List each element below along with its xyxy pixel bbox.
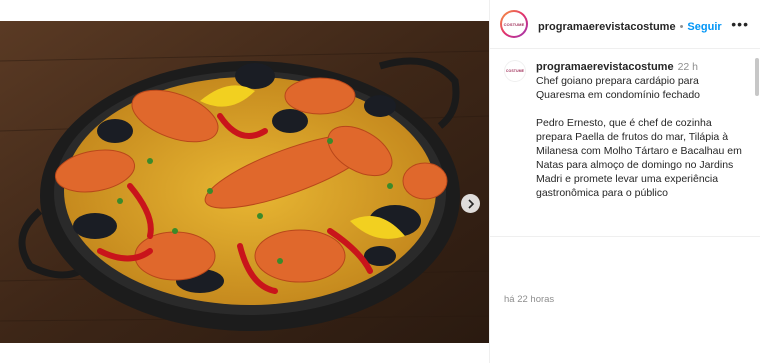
chevron-right-icon (467, 198, 474, 209)
carousel-next-button[interactable] (461, 194, 480, 213)
caption-headline: Chef goiano prepara cardápio para Quares… (536, 75, 701, 101)
caption-username[interactable]: programaerevistacostume (536, 61, 674, 73)
post-image[interactable] (0, 21, 489, 343)
caption-body: Pedro Ernesto, que é chef de cozinha pre… (536, 117, 742, 199)
post-side-panel: COSTUME programaerevistacostume • Seguir •… (489, 0, 760, 363)
paella-image (0, 21, 489, 343)
avatar-logo: COSTUME (502, 12, 526, 36)
separator-dot: • (679, 21, 684, 33)
post-header: COSTUME programaerevistacostume • Seguir •… (490, 0, 760, 49)
header-username[interactable]: programaerevistacostume (538, 21, 676, 33)
avatar[interactable]: COSTUME (500, 10, 528, 38)
caption-section: COSTUME programaerevistacostume 22 h Chef… (490, 48, 760, 237)
caption-avatar[interactable]: COSTUME (504, 60, 526, 82)
post-timestamp: há 22 horas (504, 294, 555, 305)
caption-text: programaerevistacostume 22 h Chef goiano … (536, 60, 748, 200)
caption-scrollbar[interactable] (755, 58, 759, 96)
caption-avatar-logo: COSTUME (505, 61, 525, 81)
follow-button[interactable]: Seguir (687, 21, 721, 33)
more-options-icon[interactable]: ••• (731, 16, 749, 32)
caption-time: 22 h (677, 61, 698, 73)
